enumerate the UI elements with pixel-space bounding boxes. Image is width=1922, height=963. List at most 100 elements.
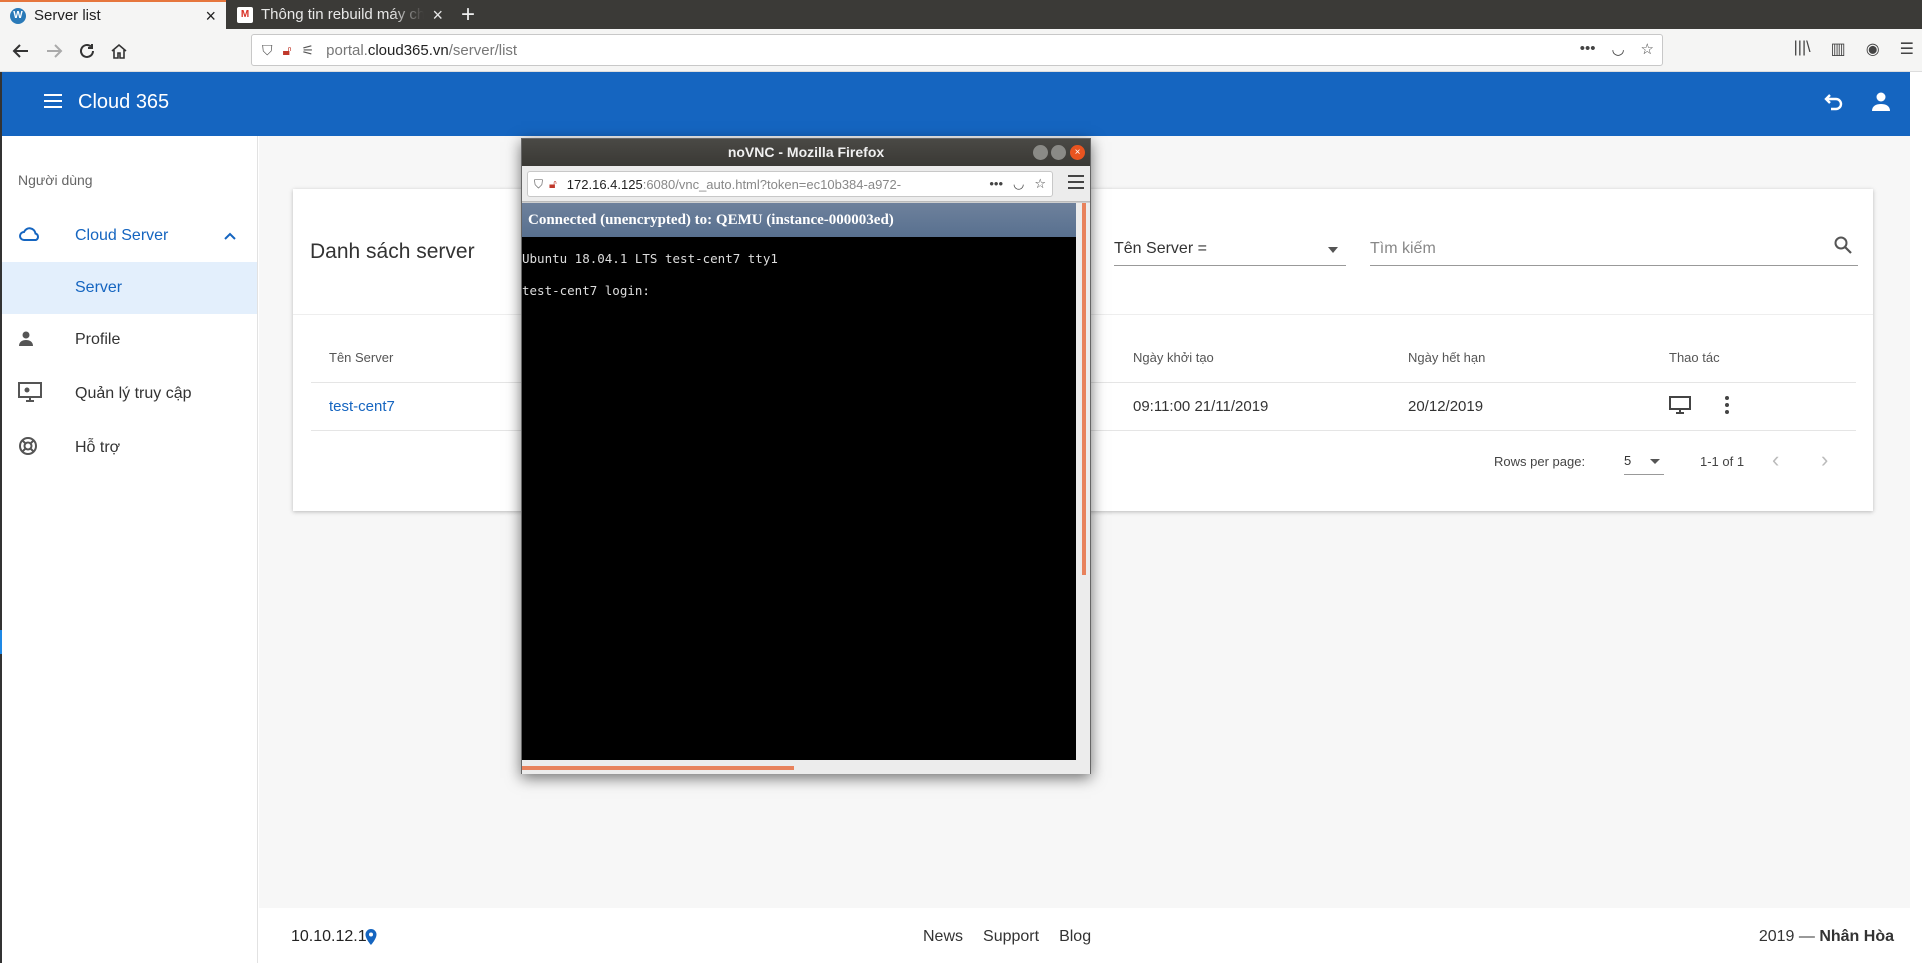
tab-gmail[interactable]: M Thông tin rebuild máy chủ × — [227, 0, 453, 29]
console-line: Ubuntu 18.04.1 LTS test-cent7 tty1 — [522, 251, 778, 266]
sidebar-item-label: Server — [75, 279, 123, 296]
column-header-actions: Thao tác — [1669, 350, 1720, 365]
sidebar-item-support[interactable]: Hỗ trợ — [2, 422, 257, 474]
console-line: test-cent7 login: — [522, 283, 650, 298]
page-title: Danh sách server — [310, 240, 475, 263]
search-icon[interactable] — [1834, 236, 1852, 259]
sidebar-item-profile[interactable]: Profile — [2, 314, 257, 366]
search-input[interactable]: Tìm kiếm — [1370, 236, 1858, 266]
pocket-icon[interactable]: ◡ — [1611, 40, 1624, 58]
vnc-status-bar: Connected (unencrypted) to: QEMU (instan… — [522, 203, 1078, 237]
chevron-up-icon[interactable] — [223, 228, 237, 246]
close-tab-icon[interactable]: × — [205, 7, 216, 25]
bookmark-star-icon[interactable]: ☆ — [1034, 176, 1046, 192]
forward-arrow-icon — [47, 44, 63, 58]
created-date: 09:11:00 21/11/2019 — [1133, 398, 1269, 415]
maximize-window-button[interactable] — [1051, 145, 1066, 160]
wordpress-favicon-icon: W — [10, 7, 26, 24]
browser-menu-icon[interactable]: ☰ — [1900, 39, 1914, 59]
browser-navbar: ⛉ 🔓︎ ⚟ portal.cloud365.vn/server/list ••… — [0, 29, 1922, 72]
prev-page-icon[interactable]: ‹ — [1772, 447, 1779, 473]
shield-icon: ⛉ — [534, 176, 544, 191]
sidebar-toggle-icon[interactable]: ▥ — [1831, 39, 1846, 59]
popup-address-bar[interactable]: ⛉ 🔓︎ 172.16.4.125:6080/vnc_auto.html?tok… — [527, 171, 1053, 197]
page-footer: 10.10.12.1 News Support Blog 2019 — Nhân… — [259, 908, 1910, 963]
next-page-icon[interactable]: › — [1821, 447, 1828, 473]
hamburger-menu-icon[interactable] — [44, 94, 62, 108]
home-button[interactable] — [105, 37, 133, 65]
shield-icon: ⛉ — [262, 41, 273, 58]
library-icon[interactable]: |||\ — [1794, 39, 1811, 59]
popup-title: noVNC - Mozilla Firefox — [727, 144, 885, 160]
forward-button[interactable] — [40, 37, 68, 65]
sidebar-item-label: Cloud Server — [75, 227, 169, 244]
console-monitor-icon[interactable] — [1669, 396, 1691, 414]
popup-navbar: ⛉ 🔓︎ 172.16.4.125:6080/vnc_auto.html?tok… — [522, 166, 1090, 202]
popup-title-bar[interactable]: noVNC - Mozilla Firefox — [522, 139, 1090, 166]
server-name-link[interactable]: test-cent7 — [329, 398, 395, 415]
address-bar[interactable]: ⛉ 🔓︎ ⚟ portal.cloud365.vn/server/list ••… — [251, 34, 1663, 66]
new-tab-button[interactable]: + — [455, 0, 481, 29]
column-header-expires[interactable]: Ngày hết hạn — [1408, 350, 1485, 365]
sidebar: Người dùng Cloud Server Server Profile Q… — [2, 136, 258, 963]
copyright: 2019 — Nhân Hòa — [1758, 928, 1894, 945]
popup-url-text: 172.16.4.125:6080/vnc_auto.html?token=ec… — [566, 176, 902, 192]
sidebar-item-label: Quản lý truy cập — [75, 385, 192, 402]
account-icon[interactable]: ◉ — [1866, 39, 1880, 59]
reload-icon — [80, 43, 94, 58]
permissions-icon: ⚟ — [301, 41, 315, 58]
location-pin-icon — [365, 929, 377, 945]
vertical-scrollbar[interactable] — [1076, 203, 1090, 760]
reload-button[interactable] — [73, 37, 101, 65]
pagination-range: 1-1 of 1 — [1700, 454, 1745, 469]
footer-link-news[interactable]: News — [923, 928, 963, 946]
tab-title: Thông tin rebuild máy chủ — [261, 6, 425, 23]
sidebar-item-label: Profile — [75, 331, 121, 348]
filter-select[interactable]: Tên Server = — [1114, 236, 1346, 266]
browser-menu-icon[interactable] — [1068, 175, 1084, 193]
footer-link-blog[interactable]: Blog — [1059, 928, 1091, 946]
bookmark-star-icon[interactable]: ☆ — [1641, 40, 1654, 58]
rows-per-page-select[interactable]: 5 — [1624, 453, 1664, 475]
browser-tab-bar: W Server list × M Thông tin rebuild máy … — [0, 0, 1922, 29]
tab-server-list[interactable]: W Server list × — [0, 0, 226, 29]
sidebar-item-server[interactable]: Server — [2, 262, 257, 314]
close-tab-icon[interactable]: × — [432, 6, 443, 24]
column-header-name[interactable]: Tên Server — [329, 350, 393, 365]
column-header-created[interactable]: Ngày khởi tạo — [1133, 350, 1214, 365]
sidebar-item-cloud-server[interactable]: Cloud Server — [2, 210, 257, 262]
horizontal-scrollbar[interactable] — [522, 760, 1090, 774]
ip-address: 10.10.12.1 — [291, 928, 367, 945]
dropdown-caret-icon — [1650, 459, 1660, 464]
person-icon — [2, 330, 75, 351]
cloud-icon — [2, 226, 75, 247]
insecure-lock-icon: 🔓︎ — [549, 176, 557, 191]
back-arrow-icon — [12, 44, 28, 58]
home-icon — [111, 43, 127, 59]
insecure-lock-icon: 🔓︎ — [282, 41, 292, 58]
novnc-popup-window[interactable]: noVNC - Mozilla Firefox × ⛉ 🔓︎ 172.16.4.… — [521, 138, 1091, 774]
page-actions-icon[interactable]: ••• — [989, 176, 1003, 192]
pocket-icon[interactable]: ◡ — [1013, 176, 1024, 192]
vnc-console-screen[interactable]: Ubuntu 18.04.1 LTS test-cent7 tty1 test-… — [522, 237, 1078, 760]
sidebar-item-label: Hỗ trợ — [75, 439, 121, 456]
window-edge-right — [1910, 72, 1922, 963]
minimize-window-button[interactable] — [1033, 145, 1048, 160]
app-header: Cloud 365 — [2, 72, 1910, 136]
rows-per-page-label: Rows per page: — [1494, 454, 1586, 469]
more-vert-icon[interactable] — [1724, 396, 1730, 414]
url-text: portal.cloud365.vn/server/list — [326, 41, 518, 59]
sidebar-group-label: Người dùng — [18, 172, 93, 188]
app-title: Cloud 365 — [78, 91, 170, 113]
lifebuoy-icon — [2, 436, 75, 461]
back-button[interactable] — [7, 37, 35, 65]
gmail-favicon-icon: M — [237, 6, 253, 23]
page-actions-icon[interactable]: ••• — [1580, 40, 1596, 58]
tab-title: Server list — [34, 7, 101, 24]
dropdown-caret-icon — [1328, 247, 1338, 253]
user-account-icon[interactable] — [1870, 90, 1892, 112]
sidebar-item-access-management[interactable]: Quản lý truy cập — [2, 368, 257, 420]
undo-icon[interactable] — [1822, 90, 1844, 118]
close-window-button[interactable]: × — [1070, 145, 1085, 160]
footer-link-support[interactable]: Support — [983, 928, 1039, 946]
